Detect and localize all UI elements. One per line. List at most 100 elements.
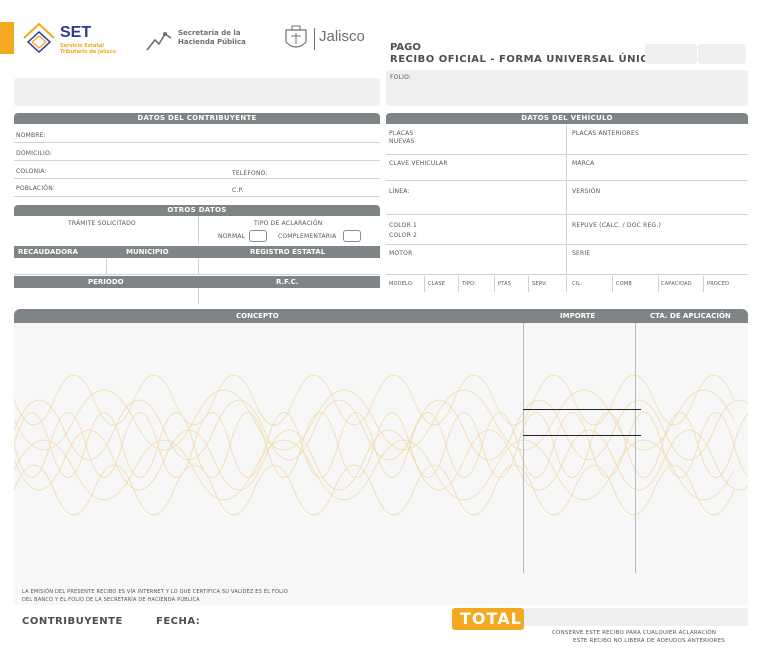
tipo-aclaracion-label: TIPO DE ACLARACIÓN: [254, 220, 323, 227]
placas-anteriores-label: PLACAS ANTERIORES: [572, 130, 639, 137]
secretaria-line2: Hacienda Pública: [178, 38, 246, 46]
col-div-4: [528, 276, 529, 292]
security-pattern: [14, 374, 748, 516]
periodo-divider: [198, 288, 199, 304]
color-line: [386, 244, 748, 245]
otros-section-header: OTROS DATOS: [14, 205, 380, 216]
otros-divider: [198, 216, 199, 244]
total-amount-box: [524, 608, 748, 626]
periodo-bar: [14, 276, 380, 288]
clave-vehicular-label: CLAVE VEHICULAR: [389, 160, 448, 167]
motor-line: [386, 274, 748, 275]
nombre-label: NOMBRE:: [16, 132, 46, 139]
modelo-col: MODELO:: [389, 281, 414, 287]
proced-col: PROCED: [707, 281, 730, 287]
folio-box-a: [645, 44, 697, 64]
registro-estatal-header: REGISTRO ESTATAL: [250, 248, 326, 256]
marca-label: MARCA: [572, 160, 595, 167]
domicilio-label: DOMICILIO:: [16, 150, 52, 157]
tramite-label: TRÁMITE SOLICITADO: [68, 220, 136, 227]
concepto-header-bar: [14, 309, 748, 323]
version-label: VERSIÓN: [572, 188, 601, 195]
importe-header: IMPORTE: [560, 312, 596, 320]
importe-line-2: [523, 435, 641, 436]
jalisco-logo: Jalisco: [282, 22, 372, 56]
motor-label: MOTOR: [389, 250, 413, 257]
col-div-5: [566, 276, 567, 292]
col-div-2: [458, 276, 459, 292]
col-div-1: [424, 276, 425, 292]
contribuyente-header-panel: [14, 78, 380, 106]
repuve-label: REPUVE (CALC. / DOC REG.): [572, 222, 661, 229]
total-label: TOTAL: [460, 609, 522, 628]
secretaria-emblem-icon: [146, 32, 172, 51]
conserve-line-1: CONSERVE ESTE RECIBO PARA CUALQUIER ACLA…: [552, 630, 717, 636]
importe-left-divider: [523, 323, 524, 573]
jalisco-divider: [314, 28, 315, 50]
clave-line: [386, 180, 748, 181]
contribuyente-section-header: DATOS DEL CONTRIBUYENTE: [14, 113, 380, 124]
poblacion-label: POBLACIÓN:: [16, 185, 56, 192]
set-logo-text: SET: [60, 24, 92, 41]
importe-right-divider: [635, 323, 636, 573]
nombre-line: [14, 142, 380, 143]
accent-tab: [0, 22, 14, 54]
rfc-header: R.F.C.: [276, 278, 299, 286]
normal-label: NORMAL: [218, 233, 246, 240]
serie-label: SERIE: [572, 250, 591, 257]
secretaria-logo: Secretaría de la Hacienda Pública: [145, 26, 265, 56]
complementaria-checkbox[interactable]: [343, 230, 361, 242]
importe-line-1: [523, 409, 641, 410]
secretaria-line1: Secretaría de la: [178, 29, 241, 37]
folio-label: FOLIO:: [390, 74, 412, 81]
placas-line: [386, 154, 748, 155]
cp-label: C.P.: [232, 187, 244, 194]
col-div-8: [703, 276, 704, 292]
colonia-line: [14, 178, 380, 179]
clase-col: CLASE: [428, 281, 446, 287]
vehiculo-center-divider: [566, 124, 567, 274]
recaudadora-divider-1: [106, 258, 107, 274]
comb-col: COMB: [616, 281, 632, 287]
jalisco-logo-text: Jalisco: [319, 28, 365, 45]
poblacion-line: [14, 196, 380, 197]
fecha-footer-label: FECHA:: [156, 616, 201, 627]
col-div-6: [612, 276, 613, 292]
folio-panel: [386, 70, 748, 106]
recaudadora-line: [14, 274, 380, 275]
municipio-header: MUNICIPIO: [126, 248, 169, 256]
placas-nuevas-label-2: NUEVAS: [389, 138, 415, 145]
conserve-line-2: ESTE RECIBO NO LIBERA DE ADEUDOS ANTERIO…: [573, 638, 725, 644]
concepto-header: CONCEPTO: [236, 312, 279, 320]
col-div-7: [658, 276, 659, 292]
normal-checkbox[interactable]: [249, 230, 267, 242]
tipo-col: TIPO:: [462, 281, 477, 287]
col-div-3: [494, 276, 495, 292]
house-icon: [23, 22, 55, 54]
coat-of-arms-icon: [285, 25, 307, 48]
ptas-col: PTAS: [498, 281, 512, 287]
colonia-label: COLONIA:: [16, 168, 47, 175]
linea-label: LÍNEA:: [389, 188, 410, 195]
placas-nuevas-label-1: PLACAS: [389, 130, 414, 137]
domicilio-line: [14, 160, 380, 161]
notice-line-2: DEL BANCO Y EL FOLIO DE LA SECRETARÍA DE…: [22, 597, 200, 603]
serv-col: SERV:: [532, 281, 548, 287]
contribuyente-footer-label: CONTRIBUYENTE: [22, 616, 123, 627]
folio-box-b: [698, 44, 746, 64]
linea-line: [386, 214, 748, 215]
recaudadora-divider-2: [198, 258, 199, 274]
vehiculo-section-header: DATOS DEL VEHÍCULO: [386, 113, 748, 124]
cta-aplicacion-header: CTA. DE APLICACIÓN: [650, 312, 731, 320]
page-title-recibo: RECIBO OFICIAL - FORMA UNIVERSAL ÚNICA: [390, 54, 657, 65]
notice-line-1: LA EMISIÓN DEL PRESENTE RECIBO ES VÍA IN…: [22, 589, 288, 595]
color2-label: COLOR 2: [389, 232, 418, 239]
complementaria-label: COMPLEMENTARIA: [278, 233, 337, 240]
set-logo: SET Servicio Estatal Tributario de Jalis…: [20, 20, 130, 60]
set-logo-sub2: Tributario de Jalisco: [60, 49, 117, 55]
page-title-pago: PAGO: [390, 42, 421, 53]
capacidad-col: CAPACIDAD: [661, 281, 692, 287]
color1-label: COLOR 1: [389, 222, 418, 229]
cil-col: CIL:: [572, 281, 583, 287]
recaudadora-header: RECAUDADORA: [18, 248, 78, 256]
